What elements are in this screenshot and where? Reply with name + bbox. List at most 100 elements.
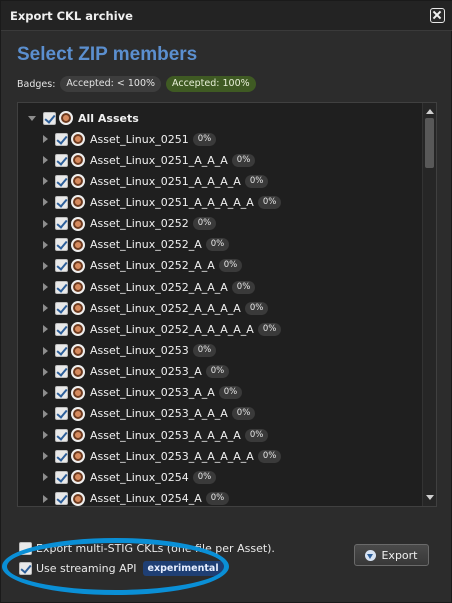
tree-item-checkbox[interactable] [55, 301, 68, 315]
tree-item-checkbox[interactable] [55, 153, 68, 167]
expand-chevron-icon[interactable] [43, 325, 48, 334]
tree-item-checkbox[interactable] [55, 449, 68, 463]
expand-chevron-icon[interactable] [43, 240, 48, 249]
tree-item[interactable]: Asset_Linux_0254 0% [43, 467, 217, 487]
tree-item-checkbox[interactable] [55, 492, 68, 506]
asset-icon [71, 364, 85, 379]
expand-chevron-icon[interactable] [43, 431, 48, 440]
close-icon[interactable] [430, 8, 445, 23]
accepted-percent-badge: 0% [192, 470, 217, 484]
tree-item[interactable]: Asset_Linux_0253_A_A 0% [43, 383, 243, 403]
asset-icon [71, 280, 85, 295]
expand-chevron-icon[interactable] [43, 177, 48, 186]
accepted-percent-badge: 0% [257, 449, 282, 463]
export-ckl-dialog: Export CKL archive Select ZIP members Ba… [0, 0, 452, 603]
expand-chevron-icon[interactable] [43, 367, 48, 376]
accepted-percent-badge: 0% [192, 344, 217, 357]
tree-item[interactable]: Asset_Linux_0251_A_A_A 0% [43, 150, 256, 170]
expand-chevron-icon[interactable] [43, 409, 48, 418]
tree-item[interactable]: Asset_Linux_0251 0% [43, 129, 217, 149]
expand-chevron-icon[interactable] [43, 219, 48, 228]
expand-chevron-icon[interactable] [43, 283, 48, 292]
tree-item[interactable]: Asset_Linux_0252 0% [43, 214, 217, 234]
accepted-percent-badge: 0% [231, 407, 256, 421]
export-button[interactable]: Export [354, 544, 429, 566]
asset-icon [71, 406, 85, 421]
tree-item-label: Asset_Linux_0252 [90, 217, 189, 231]
accepted-percent-badge: 0% [205, 238, 230, 252]
scroll-thumb[interactable] [425, 118, 434, 168]
asset-icon [71, 491, 85, 506]
tree-item-label: Asset_Linux_0253_A_A_A_A_A [90, 449, 254, 463]
tree-item-checkbox[interactable] [55, 407, 68, 421]
tree-item-checkbox[interactable] [55, 428, 68, 442]
tree-item-checkbox[interactable] [55, 174, 68, 188]
tree-item[interactable]: Asset_Linux_0253_A_A_A_A_A 0% [43, 446, 282, 466]
tree-item-checkbox[interactable] [55, 132, 68, 146]
expand-chevron-icon[interactable] [43, 473, 48, 482]
asset-icon [71, 174, 85, 189]
tree-item[interactable]: Asset_Linux_0252_A_A_A_A_A 0% [43, 319, 282, 339]
expand-chevron-icon[interactable] [43, 388, 48, 397]
expand-chevron-icon[interactable] [43, 494, 48, 503]
tree-item-label: Asset_Linux_0251_A_A_A_A_A [90, 195, 254, 209]
tree-item[interactable]: Asset_Linux_0252_A 0% [43, 235, 230, 255]
tree-item[interactable]: Asset_Linux_0253_A 0% [43, 362, 230, 382]
expand-chevron-icon[interactable] [43, 135, 48, 143]
tree-item[interactable]: Asset_Linux_0251_A_A_A_A 0% [43, 171, 269, 191]
accepted-percent-badge: 0% [205, 492, 230, 506]
scroll-up-arrow-icon[interactable] [426, 109, 434, 114]
asset-icon [71, 153, 85, 168]
tree-item[interactable]: Asset_Linux_0252_A_A 0% [43, 256, 243, 276]
tree-item[interactable]: Asset_Linux_0253_A_A_A 0% [43, 404, 256, 424]
tree-item-label: Asset_Linux_0253_A_A [90, 386, 215, 400]
asset-icon [71, 449, 85, 464]
tree-item[interactable]: Asset_Linux_0252_A_A_A_A 0% [43, 298, 269, 318]
multi-stig-checkbox[interactable] [19, 541, 32, 555]
streaming-label: Use streaming API [36, 561, 137, 575]
expand-chevron-icon[interactable] [43, 156, 48, 165]
dialog-title: Export CKL archive [10, 9, 133, 23]
tree-item-checkbox[interactable] [55, 470, 68, 484]
tree-item[interactable]: Asset_Linux_0253 0% [43, 341, 217, 361]
tree-item-label: Asset_Linux_0253 [90, 344, 189, 357]
expand-chevron-icon[interactable] [43, 346, 48, 355]
asset-icon [71, 216, 85, 231]
accepted-percent-badge: 0% [257, 195, 282, 209]
tree-item[interactable]: Asset_Linux_0254_A 0% [43, 489, 230, 506]
tree-item[interactable]: Asset_Linux_0251_A_A_A_A_A 0% [43, 192, 282, 212]
tree-item-checkbox[interactable] [55, 195, 68, 209]
scroll-down-arrow-icon[interactable] [426, 495, 434, 500]
tree-item-checkbox[interactable] [55, 217, 68, 231]
badges-label: Badges: [17, 78, 56, 90]
expand-chevron-icon[interactable] [43, 304, 48, 313]
tree-item-label: Asset_Linux_0253_A_A_A_A [90, 428, 241, 442]
tree-item-checkbox[interactable] [55, 386, 68, 400]
tree-item-checkbox[interactable] [55, 365, 68, 379]
multi-stig-option[interactable]: Export multi-STIG CKLs (one file per Ass… [19, 540, 275, 556]
asset-icon [71, 385, 85, 400]
tree-item-label: Asset_Linux_0254 [90, 470, 189, 484]
tree-item-label: Asset_Linux_0251 [90, 132, 189, 146]
root-checkbox[interactable] [43, 111, 56, 125]
tree-item-checkbox[interactable] [55, 344, 68, 357]
tree-scrollbar[interactable] [422, 103, 436, 506]
tree-item-checkbox[interactable] [55, 238, 68, 252]
tree-item-label: Asset_Linux_0252_A_A_A [90, 280, 228, 294]
expand-chevron-icon[interactable] [43, 452, 48, 461]
streaming-option[interactable]: Use streaming API experimental [19, 560, 224, 576]
tree-item-checkbox[interactable] [55, 280, 68, 294]
tree-item[interactable]: Asset_Linux_0252_A_A_A 0% [43, 277, 256, 297]
accepted-percent-badge: 0% [231, 280, 256, 294]
streaming-checkbox[interactable] [19, 561, 32, 575]
multi-stig-label: Export multi-STIG CKLs (one file per Ass… [36, 541, 275, 555]
tree-item-checkbox[interactable] [55, 259, 68, 273]
expand-chevron-icon[interactable] [43, 198, 48, 207]
collapse-chevron-icon[interactable] [28, 115, 36, 121]
tree-item-checkbox[interactable] [55, 322, 68, 336]
tree-root-row[interactable]: All Assets [28, 108, 139, 128]
tree-item[interactable]: Asset_Linux_0253_A_A_A_A 0% [43, 425, 269, 445]
tree-item-label: Asset_Linux_0253_A [90, 365, 202, 379]
accepted-percent-badge: 0% [192, 132, 217, 146]
expand-chevron-icon[interactable] [43, 261, 48, 270]
